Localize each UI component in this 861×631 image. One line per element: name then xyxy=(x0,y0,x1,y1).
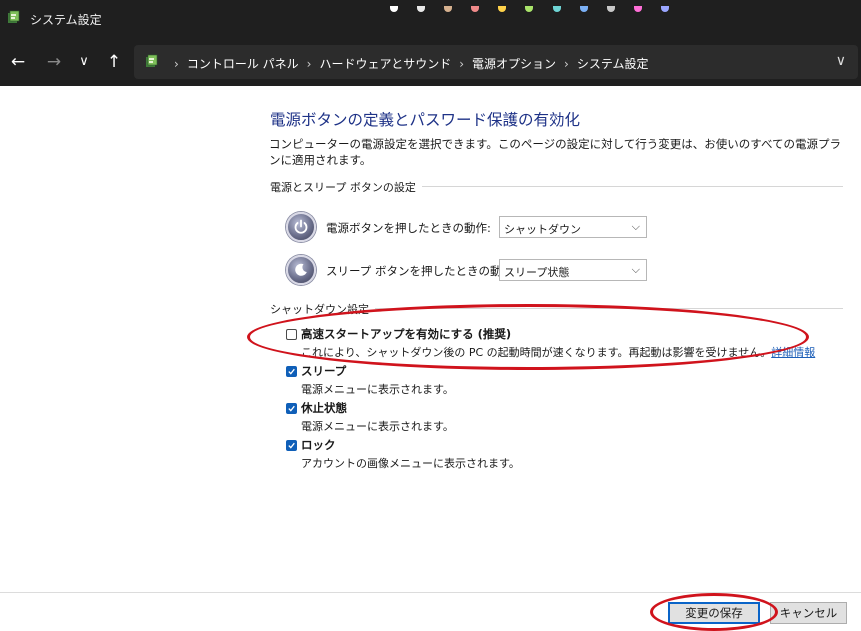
taskbar-dot xyxy=(633,6,642,12)
fast-startup-description: これにより、シャットダウン後の PC の起動時間が速くなります。再起動は影響を受… xyxy=(301,344,815,360)
footer-divider xyxy=(0,592,861,593)
fast-startup-description-text: これにより、シャットダウン後の PC の起動時間が速くなります。再起動は影響を受… xyxy=(301,346,772,359)
control-panel-icon xyxy=(8,10,20,23)
taskbar-dot xyxy=(579,6,588,12)
taskbar-dot xyxy=(390,6,398,12)
taskbar-strip xyxy=(390,0,770,12)
sleep-checkbox[interactable] xyxy=(286,366,297,377)
breadcrumb-item-hardware-sound[interactable]: ハードウェアとサウンド xyxy=(319,57,451,71)
shutdown-section-title: シャットダウン設定 xyxy=(270,301,375,317)
fast-startup-title[interactable]: 高速スタートアップを有効にする (推奨) xyxy=(301,326,511,342)
page-description: コンピューターの電源設定を選択できます。このページの設定に対して行う変更は、お使… xyxy=(269,137,842,167)
chevron-down-icon: ⌵ xyxy=(631,263,640,276)
forward-button[interactable]: → xyxy=(42,50,66,74)
window-title: システム設定 xyxy=(30,13,102,27)
navigation-bar: ← → ∨ ↑ › コントロール パネル › ハードウェアとサウンド › 電源オプション ›… xyxy=(0,38,861,86)
control-panel-icon xyxy=(146,54,158,67)
breadcrumb-item-system-settings[interactable]: システム設定 xyxy=(577,57,649,71)
recent-locations-button[interactable]: ∨ xyxy=(72,50,96,74)
up-button[interactable]: ↑ xyxy=(102,50,126,74)
checkmark-icon xyxy=(288,368,295,375)
checkmark-icon xyxy=(288,405,295,412)
lock-checkbox[interactable] xyxy=(286,440,297,451)
sleep-button-action-select[interactable]: スリープ状態 ⌵ xyxy=(499,259,647,281)
taskbar-dot xyxy=(552,6,561,12)
sleep-button-label: スリープ ボタンを押したときの動作: xyxy=(326,264,517,278)
breadcrumb-item-power-options[interactable]: 電源オプション xyxy=(472,57,556,71)
power-section-title: 電源とスリープ ボタンの設定 xyxy=(270,179,422,195)
power-button-label: 電源ボタンを押したときの動作: xyxy=(326,221,491,235)
breadcrumb-separator[interactable]: › xyxy=(307,57,312,71)
back-arrow-icon: ← xyxy=(10,52,26,72)
back-button[interactable]: ← xyxy=(6,50,30,74)
chevron-down-icon: ∨ xyxy=(79,54,89,69)
breadcrumb-separator[interactable]: › xyxy=(459,57,464,71)
hibernate-option-description: 電源メニューに表示されます。 xyxy=(301,420,454,433)
taskbar-dot xyxy=(498,6,507,12)
taskbar-dot xyxy=(471,6,480,12)
more-info-link[interactable]: 詳細情報 xyxy=(771,346,815,359)
main-content: 電源ボタンの定義とパスワード保護の有効化 コンピューターの電源設定を選択できます… xyxy=(0,86,861,593)
sleep-option-title[interactable]: スリープ xyxy=(301,363,346,379)
power-button-action-select[interactable]: シャットダウン ⌵ xyxy=(499,216,647,238)
save-changes-button[interactable]: 変更の保存 xyxy=(668,602,760,624)
taskbar-dot xyxy=(606,6,615,12)
power-button-icon xyxy=(286,212,316,242)
taskbar-dot xyxy=(660,6,669,12)
address-dropdown-icon[interactable]: ∨ xyxy=(836,53,846,69)
taskbar-dot xyxy=(417,6,426,12)
title-bar: システム設定 xyxy=(0,0,861,38)
forward-arrow-icon: → xyxy=(46,52,62,72)
fast-startup-checkbox[interactable] xyxy=(286,329,297,340)
lock-option-description: アカウントの画像メニューに表示されます。 xyxy=(301,457,520,470)
page-title: 電源ボタンの定義とパスワード保護の有効化 xyxy=(270,111,581,129)
chevron-down-icon: ⌵ xyxy=(631,220,640,233)
checkmark-icon xyxy=(288,442,295,449)
sleep-button-action-value: スリープ状態 xyxy=(504,266,570,279)
breadcrumb-separator[interactable]: › xyxy=(564,57,569,71)
address-bar[interactable]: › コントロール パネル › ハードウェアとサウンド › 電源オプション › システム設定 ∨ xyxy=(134,45,858,79)
hibernate-option-title[interactable]: 休止状態 xyxy=(301,400,347,416)
power-button-action-value: シャットダウン xyxy=(504,223,581,236)
breadcrumb: › コントロール パネル › ハードウェアとサウンド › 電源オプション › システム設定 xyxy=(166,55,649,72)
hibernate-checkbox[interactable] xyxy=(286,403,297,414)
breadcrumb-separator: › xyxy=(174,57,179,71)
lock-option-title[interactable]: ロック xyxy=(301,437,336,453)
taskbar-dot xyxy=(444,6,453,12)
up-arrow-icon: ↑ xyxy=(106,52,122,72)
sleep-button-icon xyxy=(286,255,316,285)
taskbar-dot xyxy=(525,6,534,12)
sleep-option-description: 電源メニューに表示されます。 xyxy=(301,383,454,396)
cancel-button[interactable]: キャンセル xyxy=(770,602,847,624)
breadcrumb-item-control-panel[interactable]: コントロール パネル xyxy=(187,57,299,71)
